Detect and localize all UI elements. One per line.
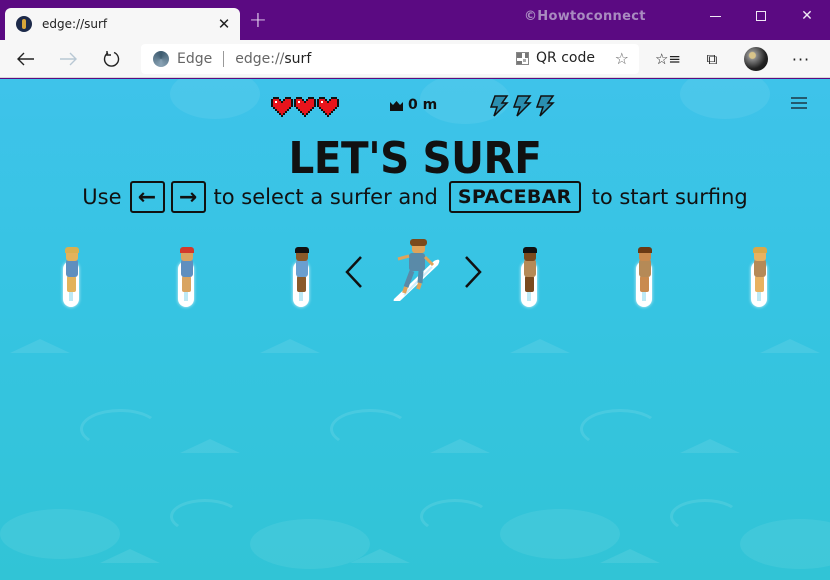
close-window-button[interactable]: ✕ [784,4,830,28]
right-arrow-key: → [170,181,206,213]
forward-button[interactable] [53,44,83,74]
add-favorite-star-icon[interactable]: ☆ [615,49,629,68]
browser-toolbar: Edge edge://surf QR code ☆ ☆≡ ⧉ ··· [0,40,830,78]
surfer-selected[interactable] [390,239,446,302]
surfer-hair [180,247,194,253]
next-surfer-arrow-icon[interactable] [462,255,484,289]
browser-tab[interactable]: edge://surf ✕ [5,8,240,40]
surfer-body [66,259,78,277]
qr-code-button[interactable]: QR code [516,50,595,66]
surfer-hair [753,247,767,253]
distance-value: 0 m [408,97,438,113]
edge-logo-icon [153,51,169,67]
minimize-button[interactable] [692,4,738,28]
lightning-bolt-icon [510,95,532,117]
surfer-hair [295,247,309,253]
lightning-bolt-icon [533,95,555,117]
game-hud: 0 m [0,95,830,119]
back-button[interactable] [11,44,41,74]
watermark: ©Howtoconnect [524,9,646,24]
new-tab-button[interactable]: + [248,10,268,32]
back-arrow-icon [17,52,34,66]
collections-button[interactable]: ⧉ [698,45,726,73]
title-bar: edge://surf ✕ + ©Howtoconnect ✕ [0,0,830,40]
url-path: surf [284,51,312,67]
left-arrow-key: ← [129,181,165,213]
qr-code-label: QR code [536,50,595,66]
url-text[interactable]: edge://surf [235,51,311,67]
reload-button[interactable] [97,44,127,74]
heart-icon [271,97,293,117]
surfer-body [296,259,308,277]
settings-more-button[interactable]: ··· [787,45,815,73]
tab-close-icon[interactable]: ✕ [214,15,234,33]
surf-game-canvas[interactable]: 0 m LET'S SURF Use ← → to select a surfe… [0,79,830,580]
surfer-legs [182,276,191,292]
surfer-1[interactable] [57,247,87,309]
instructions-start: to start surfing [591,185,748,209]
surfer-legs [640,276,649,292]
minimize-icon [709,15,721,17]
lives-display [271,97,339,117]
surfer-hair [65,247,79,253]
tab-title: edge://surf [42,17,108,31]
surfer-legs [67,276,76,292]
instructions-use: Use [82,185,122,209]
surfer-hair [638,247,652,253]
surfer-legs [525,276,534,292]
favorites-button[interactable]: ☆≡ [654,45,682,73]
favorites-list-icon: ☆≡ [654,50,681,68]
boosts-display [487,95,555,117]
instructions: Use ← → to select a surfer and SPACEBAR … [0,181,830,213]
game-title: LET'S SURF [288,133,542,184]
spacebar-key: SPACEBAR [448,181,581,213]
crown-icon [390,100,403,111]
surfer-body [639,259,651,277]
heart-icon [294,97,316,117]
lightning-bolt-icon [487,95,509,117]
previous-surfer-arrow-icon[interactable] [343,255,365,289]
address-separator [223,51,225,67]
collections-icon: ⧉ [706,50,718,68]
surfer-body [524,259,536,277]
surfer-selector [0,239,830,317]
maximize-icon [756,11,766,21]
surfer-body [754,259,766,277]
distance-display: 0 m [390,97,437,113]
instructions-select: to select a surfer and [213,185,438,209]
surfer-3[interactable] [287,247,317,309]
surfer-2[interactable] [172,247,202,309]
site-label: Edge [177,51,213,67]
surfer-6[interactable] [630,247,660,309]
url-prefix: edge:// [235,51,285,67]
address-bar[interactable]: Edge edge://surf QR code ☆ [141,44,639,74]
heart-icon [317,97,339,117]
surf-favicon-icon [16,16,32,32]
qr-code-icon [516,51,530,65]
surfer-7[interactable] [745,247,775,309]
surfer-hair [523,247,537,253]
surfer-5[interactable] [515,247,545,309]
hamburger-menu-icon[interactable] [791,97,807,109]
forward-arrow-icon [60,52,77,66]
reload-icon [103,51,120,67]
surfer-legs [755,276,764,292]
surfer-body [181,259,193,277]
surfer-legs [297,276,306,292]
profile-avatar[interactable] [744,47,768,71]
maximize-button[interactable] [738,4,784,28]
